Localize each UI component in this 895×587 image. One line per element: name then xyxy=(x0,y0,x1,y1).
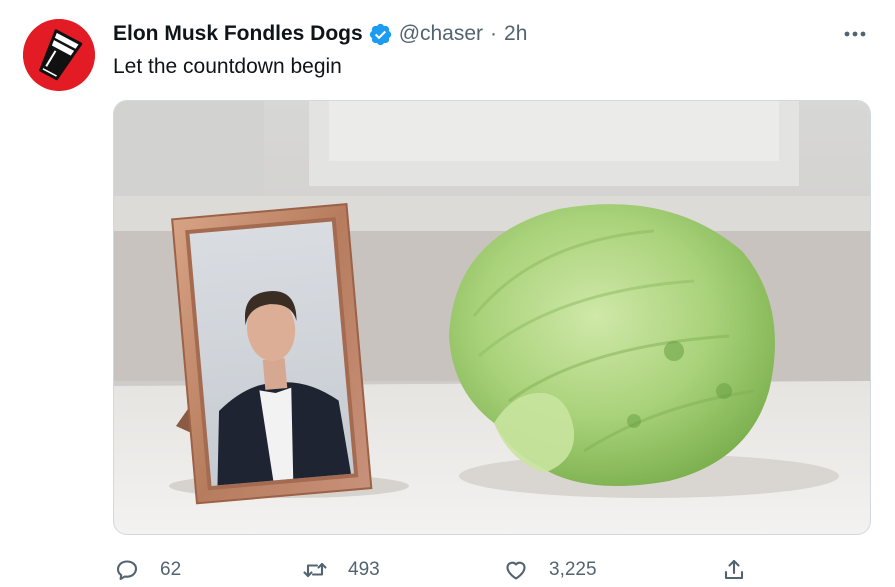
reply-count: 62 xyxy=(160,559,182,580)
verified-badge-icon xyxy=(368,22,393,47)
tweet-header: Elon Musk Fondles Dogs @chaser · 2h xyxy=(113,20,527,48)
retweet-arrows-icon xyxy=(302,557,328,583)
share-upload-icon xyxy=(721,557,747,583)
share-button[interactable] xyxy=(721,553,747,587)
separator-dot: · xyxy=(490,22,498,45)
display-name[interactable]: Elon Musk Fondles Dogs xyxy=(113,22,363,46)
tweet-photo xyxy=(114,101,870,534)
tweet-text: Let the countdown begin xyxy=(113,55,342,78)
reply-button[interactable]: 62 xyxy=(114,553,181,587)
user-handle[interactable]: @chaser xyxy=(399,22,483,46)
retweet-count: 493 xyxy=(348,559,380,580)
retweet-button[interactable]: 493 xyxy=(302,553,380,587)
timestamp[interactable]: 2h xyxy=(504,22,527,46)
action-bar: 62 493 3,225 xyxy=(0,553,895,587)
avatar[interactable] xyxy=(23,19,95,91)
like-count: 3,225 xyxy=(549,559,597,580)
like-button[interactable]: 3,225 xyxy=(503,553,597,587)
more-dots-icon[interactable] xyxy=(838,22,872,46)
cup-icon xyxy=(23,19,95,91)
tweet-media[interactable] xyxy=(113,100,871,535)
speech-bubble-icon xyxy=(114,557,140,583)
heart-icon xyxy=(503,557,529,583)
